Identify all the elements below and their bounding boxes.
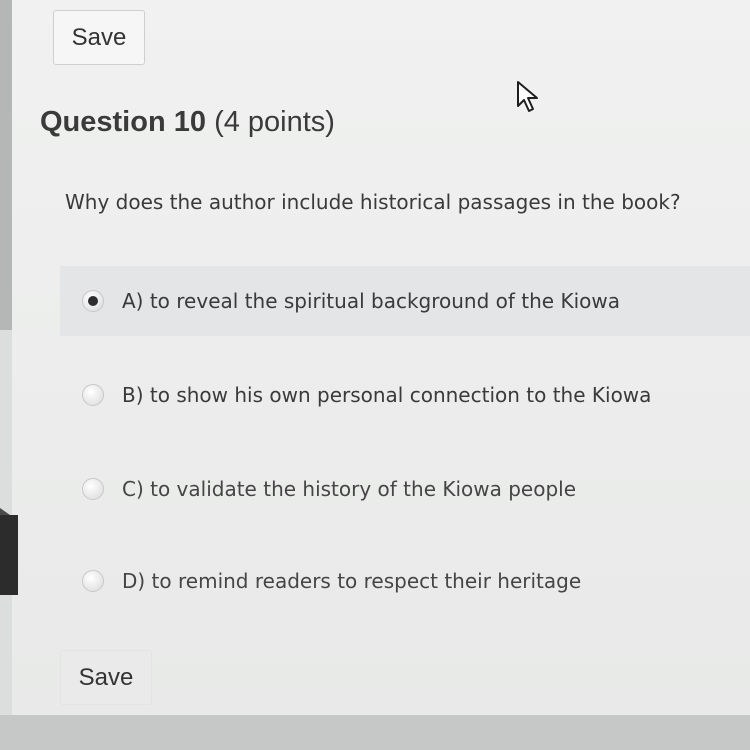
bottom-bar — [0, 715, 750, 750]
question-points: (4 points) — [214, 106, 335, 138]
answer-option-label: A) to reveal the spiritual background of… — [122, 289, 620, 313]
answer-option-label: B) to show his own personal connection t… — [122, 383, 652, 407]
left-edge-strip — [0, 0, 12, 330]
mouse-pointer-icon — [517, 81, 538, 112]
radio-button[interactable] — [82, 570, 104, 592]
radio-button-selected[interactable] — [82, 290, 104, 312]
answer-option-label: D) to remind readers to respect their he… — [122, 569, 582, 593]
save-button-top[interactable]: Save — [53, 10, 145, 65]
answer-option-d[interactable]: D) to remind readers to respect their he… — [60, 546, 750, 616]
answer-option-a[interactable]: A) to reveal the spiritual background of… — [60, 266, 750, 336]
question-number: Question 10 — [40, 106, 206, 138]
answer-option-c[interactable]: C) to validate the history of the Kiowa … — [60, 454, 750, 524]
radio-button[interactable] — [82, 384, 104, 406]
answer-option-b[interactable]: B) to show his own personal connection t… — [60, 360, 750, 430]
save-button-bottom[interactable]: Save — [60, 650, 152, 705]
left-edge-dark-block — [0, 515, 18, 595]
answer-option-label: C) to validate the history of the Kiowa … — [122, 477, 577, 501]
question-prompt: Why does the author include historical p… — [65, 190, 681, 214]
radio-button[interactable] — [82, 478, 104, 500]
question-title: Question 10 (4 points) — [40, 106, 335, 139]
